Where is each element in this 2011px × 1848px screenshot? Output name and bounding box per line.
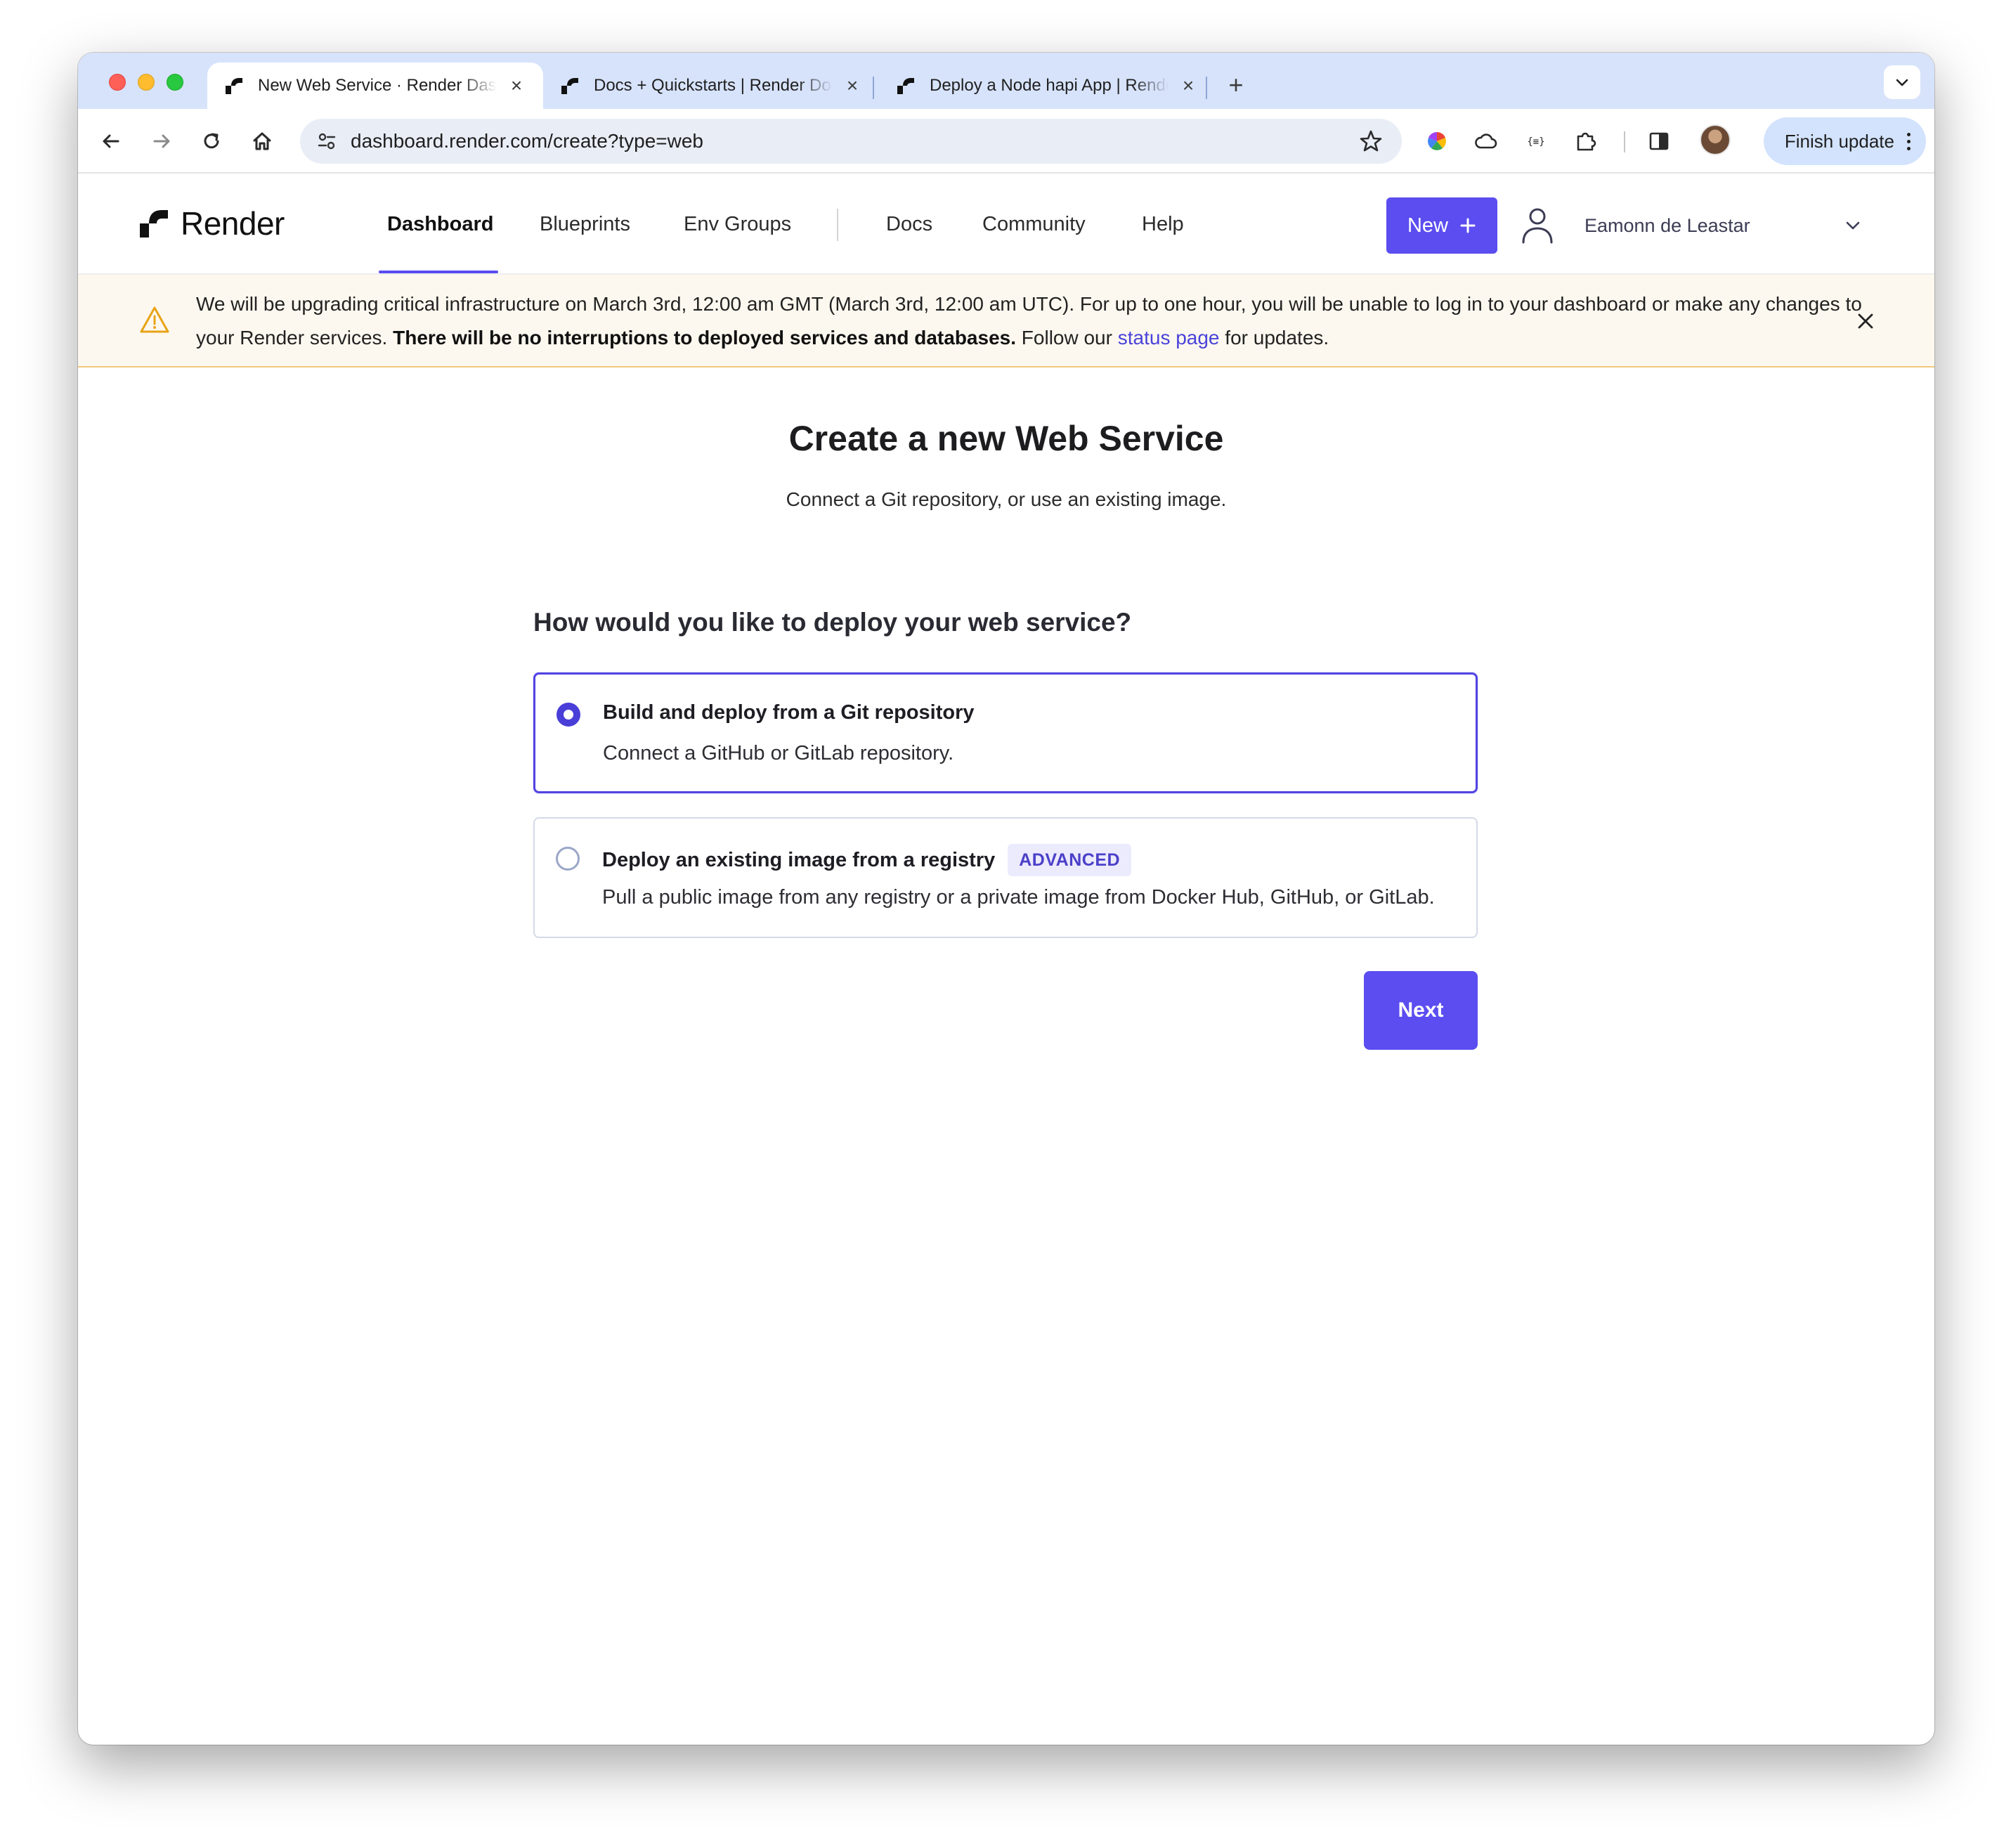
advanced-badge: ADVANCED (1008, 844, 1132, 876)
profile-avatar[interactable] (1700, 124, 1731, 155)
maximize-window-button[interactable] (167, 74, 183, 91)
more-menu-icon (1907, 132, 1911, 150)
nav-blueprints[interactable]: Blueprints (540, 174, 630, 275)
page-subtitle: Connect a Git repository, or use an exis… (786, 488, 1227, 510)
banner-text: for updates. (1219, 327, 1329, 349)
option-existing-image[interactable]: Deploy an existing image from a registry… (533, 817, 1478, 938)
home-button[interactable] (245, 124, 279, 158)
cloud-icon (1475, 134, 1497, 149)
nav-dashboard[interactable]: Dashboard (387, 174, 493, 275)
browser-tab-active[interactable]: New Web Service · Render Dashboard × (207, 63, 543, 109)
side-panel-button[interactable] (1642, 124, 1676, 158)
browser-tab[interactable]: Docs + Quickstarts | Render Docs × (543, 63, 879, 109)
nav-separator (837, 209, 838, 241)
render-favicon-icon (226, 78, 242, 94)
option-description: Connect a GitHub or GitLab repository. (603, 742, 954, 764)
finish-update-label: Finish update (1784, 130, 1894, 152)
tab-close-icon[interactable]: × (1178, 74, 1198, 96)
nav-community[interactable]: Community (982, 174, 1086, 275)
warning-icon (140, 306, 169, 333)
url-text: dashboard.render.com/create?type=web (351, 130, 703, 152)
next-button[interactable]: Next (1364, 971, 1478, 1050)
back-icon (103, 134, 119, 148)
extensions-button[interactable] (1569, 124, 1603, 158)
json-extension-button[interactable]: {≡} (1519, 124, 1553, 158)
radio-selected[interactable] (557, 703, 580, 727)
browser-window: New Web Service · Render Dashboard × Doc… (78, 53, 1934, 1745)
close-window-button[interactable] (109, 74, 126, 91)
tab-title: New Web Service · Render Dashboard (258, 76, 497, 95)
deploy-question: How would you like to deploy your web se… (533, 608, 1132, 637)
reload-button[interactable] (195, 124, 228, 158)
finish-update-button[interactable]: Finish update (1763, 117, 1926, 165)
banner-close-button[interactable] (1851, 307, 1880, 335)
back-button[interactable] (94, 124, 128, 158)
color-extension-icon (1428, 132, 1446, 150)
page-title-bold: Web Service (1015, 419, 1224, 458)
tab-separator (1206, 77, 1207, 99)
minimize-window-button[interactable] (138, 74, 155, 91)
browser-toolbar: dashboard.render.com/create?type=web {≡}… (78, 109, 1934, 174)
render-logo[interactable]: Render (138, 204, 285, 242)
option-title: Deploy an existing image from a registry… (602, 844, 1132, 876)
page-title: Create a new Web Service (78, 418, 1934, 459)
puzzle-icon (1577, 132, 1596, 151)
plus-icon (1460, 218, 1476, 233)
option-title-text: Deploy an existing image from a registry (602, 848, 996, 871)
tab-close-icon[interactable]: × (507, 74, 526, 96)
status-page-link[interactable]: status page (1118, 327, 1220, 349)
reload-icon (204, 133, 219, 149)
chevron-down-icon (1846, 221, 1860, 230)
page-title-prefix: Create a new (788, 419, 1015, 458)
tab-title: Docs + Quickstarts | Render Docs (594, 76, 833, 95)
toolbar-divider (1624, 131, 1625, 152)
chevron-down-icon (1896, 79, 1908, 86)
new-button[interactable]: New (1386, 197, 1497, 254)
forward-icon (153, 134, 170, 148)
tab-search-button[interactable] (1884, 65, 1920, 99)
site-settings-icon[interactable] (313, 127, 341, 155)
user-menu[interactable]: Eamonn de Leastar (1514, 193, 1750, 258)
home-icon (253, 132, 271, 150)
user-icon (1514, 202, 1561, 249)
tab-close-icon[interactable]: × (842, 74, 862, 96)
address-bar[interactable]: dashboard.render.com/create?type=web (300, 119, 1402, 164)
option-description: Pull a public image from any registry or… (602, 886, 1435, 909)
banner-bold-text: There will be no interruptions to deploy… (393, 327, 1017, 349)
render-favicon-icon (897, 78, 914, 94)
side-panel-icon (1649, 132, 1669, 150)
nav-help[interactable]: Help (1142, 174, 1184, 275)
bookmark-star-icon[interactable] (1355, 126, 1386, 157)
render-favicon-icon (561, 78, 578, 94)
nav-docs[interactable]: Docs (886, 174, 932, 275)
brand-name: Render (181, 205, 285, 242)
nav-env-groups[interactable]: Env Groups (684, 174, 791, 275)
render-logo-icon (140, 210, 168, 237)
option-git-repository[interactable]: Build and deploy from a Git repository C… (533, 672, 1478, 793)
user-menu-chevron[interactable] (1840, 213, 1866, 238)
tab-title: Deploy a Node hapi App | Render Docs (930, 76, 1169, 95)
json-icon: {≡} (1527, 136, 1544, 148)
option-title: Build and deploy from a Git repository (603, 701, 975, 724)
svg-text:{≡}: {≡} (1527, 136, 1544, 148)
tab-strip: New Web Service · Render Dashboard × Doc… (78, 53, 1934, 109)
user-name: Eamonn de Leastar (1584, 214, 1750, 236)
app-header: Render Dashboard Blueprints Env Groups D… (78, 174, 1934, 275)
option-title-text: Build and deploy from a Git repository (603, 701, 975, 724)
tab-separator (873, 77, 874, 99)
banner-text: Follow our (1016, 327, 1118, 349)
new-button-label: New (1407, 214, 1448, 237)
close-icon (1858, 313, 1873, 329)
browser-tab[interactable]: Deploy a Node hapi App | Render Docs × (879, 63, 1215, 109)
forward-button[interactable] (145, 124, 178, 158)
new-tab-button[interactable]: + (1218, 67, 1254, 103)
cloud-extension-button[interactable] (1469, 124, 1503, 158)
active-nav-indicator (379, 271, 498, 273)
banner-message: We will be upgrading critical infrastruc… (196, 287, 1896, 355)
maintenance-banner: We will be upgrading critical infrastruc… (78, 275, 1934, 367)
color-extension-button[interactable] (1420, 124, 1454, 158)
radio-unselected[interactable] (556, 847, 580, 871)
